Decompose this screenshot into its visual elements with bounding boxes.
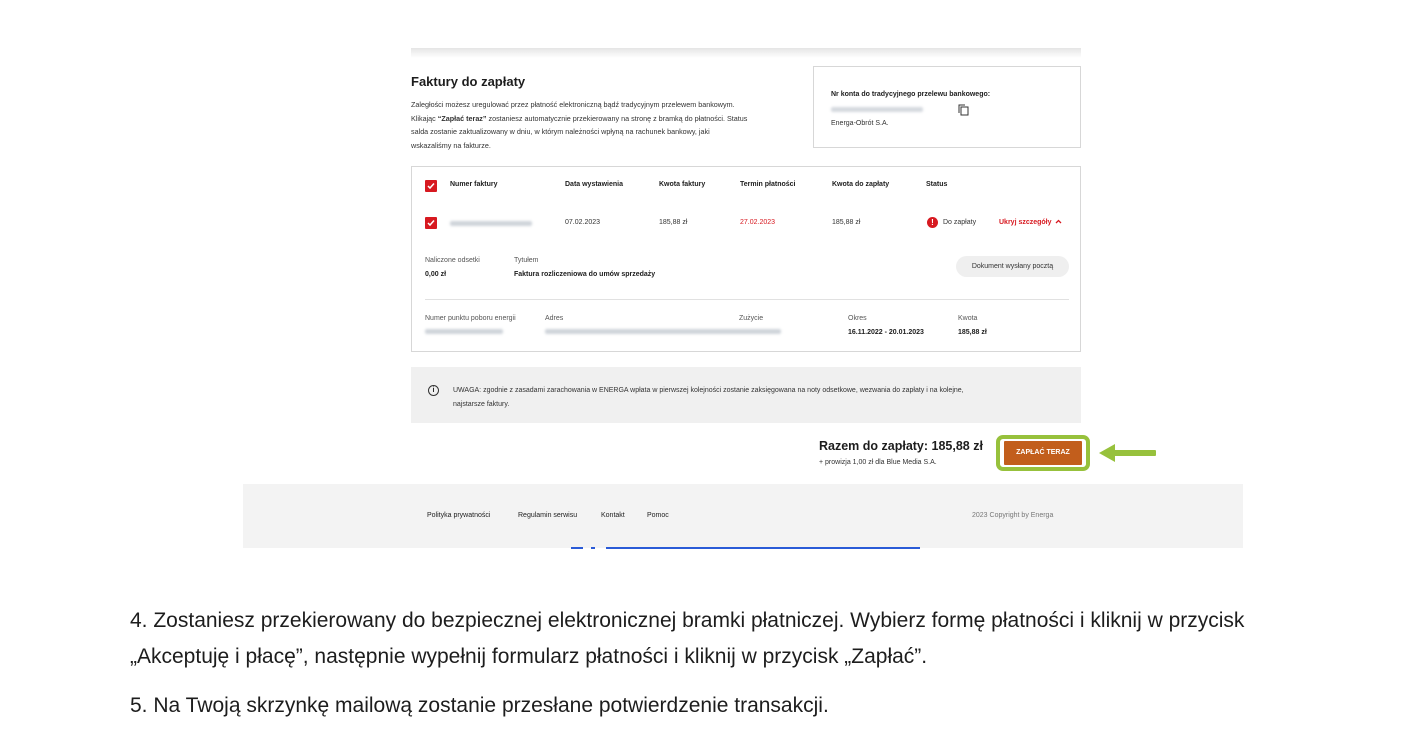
header-due-date: Termin płatności [740, 181, 796, 188]
fee-note: + prowizja 1,00 zł dla Blue Media S.A. [819, 459, 937, 466]
notice-box: i UWAGA: zgodnie z zasadami zarachowania… [411, 367, 1081, 423]
check-icon [427, 220, 435, 227]
row-to-pay: 185,88 zł [832, 219, 861, 226]
row-checkbox[interactable] [425, 217, 437, 229]
intro-suffix: zostaniesz automatycznie przekierowany n… [486, 113, 748, 123]
amount-value: 185,88 zł [958, 329, 987, 336]
notice-line-1: UWAGA: zgodnie z zasadami zarachowania w… [453, 387, 964, 394]
header-status: Status [926, 181, 948, 188]
top-shadow [411, 48, 1081, 58]
clipped-link-underline [571, 547, 920, 549]
account-number-blurred [831, 107, 923, 112]
account-company: Energa-Obrót S.A. [831, 120, 889, 127]
footer-link-terms[interactable]: Regulamin serwisu [518, 512, 577, 519]
embedded-screenshot: Faktury do zapłaty Zaległości możesz ure… [243, 48, 1243, 549]
bank-account-box: Nr konta do tradycyjnego przelewu bankow… [813, 66, 1081, 148]
footer-copyright: 2023 Copyright by Energa [972, 512, 1054, 519]
arrow-left-icon [1099, 444, 1156, 462]
info-icon: i [428, 385, 439, 396]
details-divider [425, 299, 1069, 300]
row-issue-date: 07.02.2023 [565, 219, 601, 226]
alert-icon: ! [927, 217, 938, 228]
document-sent-pill: Dokument wysłany pocztą [956, 256, 1069, 277]
header-to-pay: Kwota do zapłaty [832, 181, 890, 188]
status-badge: Do zapłaty [943, 219, 977, 226]
copy-icon[interactable] [958, 104, 969, 116]
footer-link-contact[interactable]: Kontakt [601, 512, 625, 519]
header-issue-date: Data wystawienia [565, 181, 623, 188]
period-value: 16.11.2022 - 20.01.2023 [848, 329, 924, 336]
chevron-up-icon [1056, 219, 1062, 224]
select-all-checkbox[interactable] [425, 180, 437, 192]
invoice-number-blurred [450, 221, 532, 226]
notice-line-2: najstarsze faktury. [453, 400, 510, 408]
ppe-value-blurred [425, 329, 503, 334]
usage-label: Zużycie [739, 315, 764, 322]
page-title: Faktury do zapłaty [411, 74, 526, 89]
hide-details-link[interactable]: Ukryj szczegóły [999, 219, 1062, 226]
amount-label: Kwota [958, 315, 978, 322]
interest-value: 0,00 zł [425, 271, 447, 278]
row-due-date: 27.02.2023 [740, 219, 776, 226]
intro-text: Zaległości możesz uregulować przez płatn… [411, 98, 796, 152]
intro-line-3: salda zostanie zaktualizowany w dniu, w … [411, 127, 710, 136]
address-label: Adres [545, 315, 564, 322]
invoice-table: Numer faktury Data wystawienia Kwota fak… [411, 166, 1081, 352]
ppe-label: Numer punktu poboru energii [425, 315, 516, 322]
step-4-line-2: „Akceptuję i płacę”, następnie wypełnij … [130, 645, 928, 668]
intro-line-1: Zaległości możesz uregulować przez płatn… [411, 100, 735, 109]
pay-now-button[interactable]: ZAPŁAĆ TERAZ [1004, 441, 1082, 465]
footer-link-help[interactable]: Pomoc [647, 512, 669, 519]
step-5: 5. Na Twoją skrzynkę mailową zostanie pr… [130, 694, 829, 717]
interest-label: Naliczone odsetki [425, 257, 480, 264]
step-4-line-1: 4. Zostaniesz przekierowany do bezpieczn… [130, 609, 1245, 632]
intro-bold: “Zapłać teraz” [437, 113, 487, 123]
footer: Polityka prywatności Regulamin serwisu K… [243, 484, 1243, 548]
row-amount: 185,88 zł [659, 219, 688, 226]
title-label: Tytułem [514, 257, 539, 264]
intro-prefix: Klikając [411, 113, 438, 123]
period-label: Okres [848, 315, 867, 322]
header-number: Numer faktury [450, 181, 498, 188]
footer-link-privacy[interactable]: Polityka prywatności [427, 512, 490, 519]
account-label: Nr konta do tradycyjnego przelewu bankow… [831, 91, 991, 98]
intro-line-4: wskazaliśmy na fakturze. [411, 140, 491, 150]
notice-text: UWAGA: zgodnie z zasadami zarachowania w… [453, 384, 1053, 411]
title-value: Faktura rozliczeniowa do umów sprzedaży [514, 271, 656, 278]
address-value-blurred [545, 329, 781, 334]
intro-line-2: Klikając “Zapłać teraz” zostaniesz autom… [411, 112, 796, 126]
hide-details-label: Ukryj szczegóły [999, 219, 1052, 226]
check-icon [427, 183, 435, 190]
header-amount: Kwota faktury [659, 181, 706, 188]
total-amount: Razem do zapłaty: 185,88 zł [819, 439, 983, 453]
